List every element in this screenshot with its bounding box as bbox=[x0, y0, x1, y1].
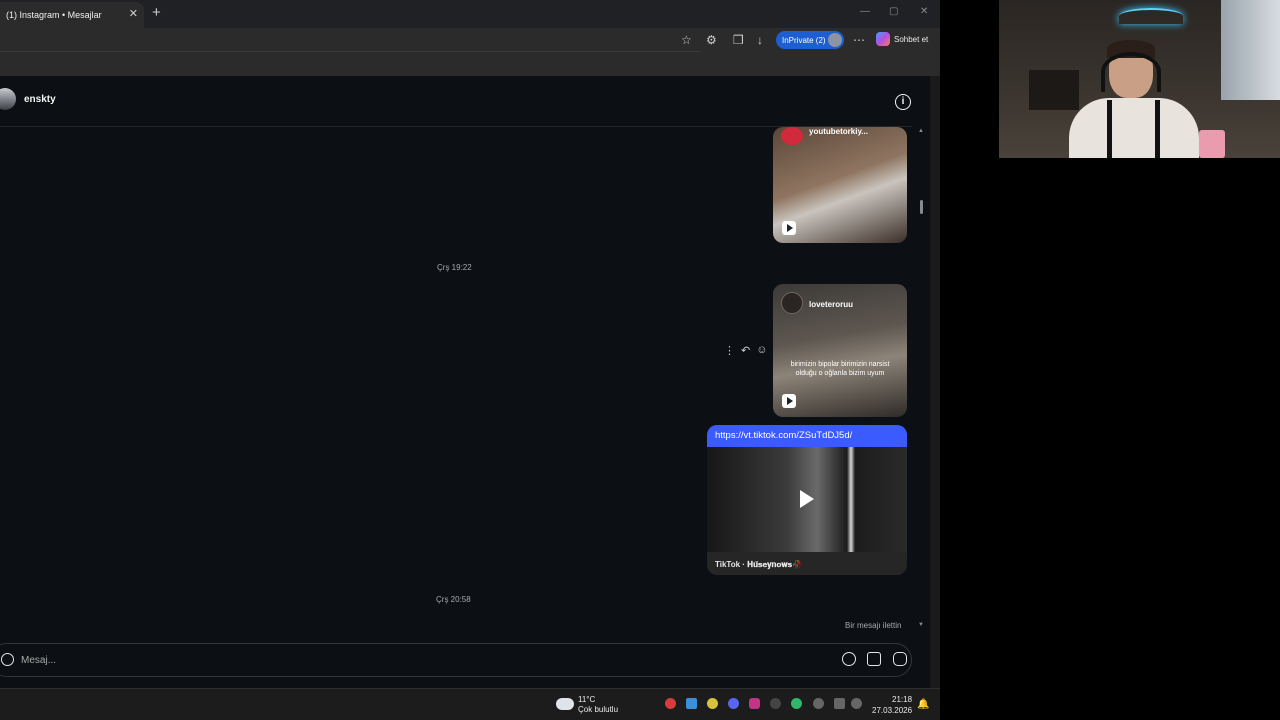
message-composer bbox=[0, 643, 912, 677]
volume-icon[interactable] bbox=[851, 698, 862, 709]
tray-app-icon[interactable] bbox=[686, 698, 697, 709]
forwarded-note: Bir mesajı ilettin bbox=[845, 621, 902, 630]
window-close-icon[interactable]: ✕ bbox=[920, 6, 928, 17]
title-bar: (1) Instagram • Mesajlar ✕ + — ▢ ✕ bbox=[0, 0, 940, 28]
timestamp: Çrş 19:22 bbox=[437, 263, 472, 272]
message-actions: ⋮ ↶ ☺ bbox=[724, 344, 767, 357]
weather-temperature[interactable]: 11°C bbox=[578, 695, 595, 704]
streamer bbox=[1069, 40, 1199, 158]
scroll-down-icon[interactable]: ▼ bbox=[918, 622, 924, 628]
clock-date[interactable]: 27.03.2026 bbox=[872, 706, 912, 715]
reel-author-avatar bbox=[781, 127, 803, 145]
timestamp: Çrş 20:58 bbox=[436, 595, 471, 604]
webcam-overlay bbox=[999, 0, 1280, 158]
tray-app-icon[interactable] bbox=[728, 698, 739, 709]
microphone-tray-icon[interactable] bbox=[813, 698, 824, 709]
tray-app-icon[interactable] bbox=[770, 698, 781, 709]
tab-close-icon[interactable]: ✕ bbox=[129, 7, 138, 20]
weather-icon[interactable] bbox=[556, 698, 574, 710]
scroll-thumb[interactable] bbox=[920, 200, 923, 214]
address-bar[interactable] bbox=[0, 28, 700, 52]
reel-icon bbox=[782, 221, 796, 235]
message-input[interactable] bbox=[21, 652, 721, 668]
copilot-icon bbox=[876, 32, 890, 46]
browser-tab[interactable]: (1) Instagram • Mesajlar ✕ bbox=[0, 2, 144, 28]
avatar[interactable] bbox=[0, 88, 16, 110]
screen: (1) Instagram • Mesajlar ✕ + — ▢ ✕ ☆ ⚙ ❒… bbox=[0, 0, 1280, 720]
chat-header: enskty i bbox=[0, 76, 912, 127]
copilot-label: Sohbet et bbox=[894, 34, 929, 44]
tray-app-icon[interactable] bbox=[665, 698, 676, 709]
suspender bbox=[1107, 100, 1112, 158]
star-icon[interactable]: ☆ bbox=[681, 33, 692, 47]
link-source: TikTok · 𝐇𝐮̈𝐬𝐞𝐲𝐧𝐨𝐰𝐬🥀 bbox=[715, 560, 803, 569]
notification-bell-icon[interactable]: 🔔 bbox=[917, 699, 929, 710]
video-thumbnail[interactable] bbox=[707, 447, 907, 552]
scroll-up-icon[interactable]: ▲ bbox=[918, 128, 924, 134]
tab-title: (1) Instagram • Mesajlar bbox=[6, 10, 102, 20]
emoji-icon[interactable] bbox=[1, 653, 14, 666]
background-window bbox=[1221, 0, 1280, 100]
inprivate-button[interactable]: InPrivate (2) bbox=[776, 31, 844, 49]
maximize-icon[interactable]: ▢ bbox=[889, 6, 898, 17]
reply-icon[interactable]: ↶ bbox=[741, 344, 750, 357]
tiktok-link[interactable]: https://vt.tiktok.com/ZSuTdDJ5d/ bbox=[707, 425, 907, 447]
react-icon[interactable]: ☺ bbox=[756, 344, 767, 357]
reel-author-handle: loveteroruu bbox=[809, 300, 854, 309]
chat-username[interactable]: enskty bbox=[24, 94, 56, 105]
page-scrollbar[interactable] bbox=[930, 76, 940, 688]
new-tab-icon[interactable]: + bbox=[152, 5, 161, 21]
microphone-icon[interactable] bbox=[842, 652, 856, 666]
taskbar: 11°C Çok bulutlu 21:18 27.03.2026 🔔 bbox=[0, 688, 940, 720]
image-icon[interactable] bbox=[867, 652, 881, 666]
headset-icon bbox=[1101, 52, 1161, 92]
reel-message-1[interactable]: youtubetorkiy... bbox=[773, 127, 907, 243]
collections-icon[interactable]: ❒ bbox=[733, 33, 744, 47]
browser-window: (1) Instagram • Mesajlar ✕ + — ▢ ✕ ☆ ⚙ ❒… bbox=[0, 0, 940, 688]
neon-sign bbox=[1119, 8, 1183, 24]
reel-author-avatar bbox=[781, 292, 803, 314]
chat-scrollbar[interactable] bbox=[916, 203, 926, 688]
sticker-icon[interactable] bbox=[893, 652, 907, 666]
favorites-bar bbox=[0, 52, 940, 76]
network-icon[interactable] bbox=[834, 698, 845, 709]
play-icon[interactable] bbox=[800, 490, 814, 508]
copilot-button[interactable]: Sohbet et bbox=[876, 32, 928, 46]
tray-app-icon[interactable] bbox=[749, 698, 760, 709]
minimize-icon[interactable]: — bbox=[860, 6, 870, 17]
reel-icon bbox=[782, 394, 796, 408]
cup bbox=[1199, 130, 1225, 158]
instagram-chat: enskty i youtubetorkiy... Çrş 19:22 ⋮ ↶ … bbox=[0, 76, 930, 688]
more-options-icon[interactable]: ⋮ bbox=[724, 344, 735, 357]
reel-message-2[interactable]: loveteroruu birimizin bipolar birimizin … bbox=[773, 284, 907, 417]
streamer-body bbox=[1069, 98, 1199, 158]
inprivate-label: InPrivate (2) bbox=[782, 35, 826, 45]
link-message[interactable]: https://vt.tiktok.com/ZSuTdDJ5d/ TikTok … bbox=[707, 425, 907, 575]
clock-time[interactable]: 21:18 bbox=[892, 695, 912, 704]
suspender bbox=[1155, 100, 1160, 158]
more-icon[interactable]: ⋯ bbox=[853, 33, 865, 47]
reel-author-handle: youtubetorkiy... bbox=[809, 127, 868, 136]
tray-app-icon[interactable] bbox=[791, 698, 802, 709]
info-icon[interactable]: i bbox=[895, 94, 911, 110]
download-icon[interactable]: ↓ bbox=[757, 33, 763, 47]
reel-caption: birimizin bipolar birimizin narsist oldu… bbox=[790, 361, 890, 377]
weather-description[interactable]: Çok bulutlu bbox=[578, 705, 618, 714]
extensions-icon[interactable]: ⚙ bbox=[706, 33, 717, 47]
profile-avatar bbox=[828, 33, 842, 47]
tray-app-icon[interactable] bbox=[707, 698, 718, 709]
